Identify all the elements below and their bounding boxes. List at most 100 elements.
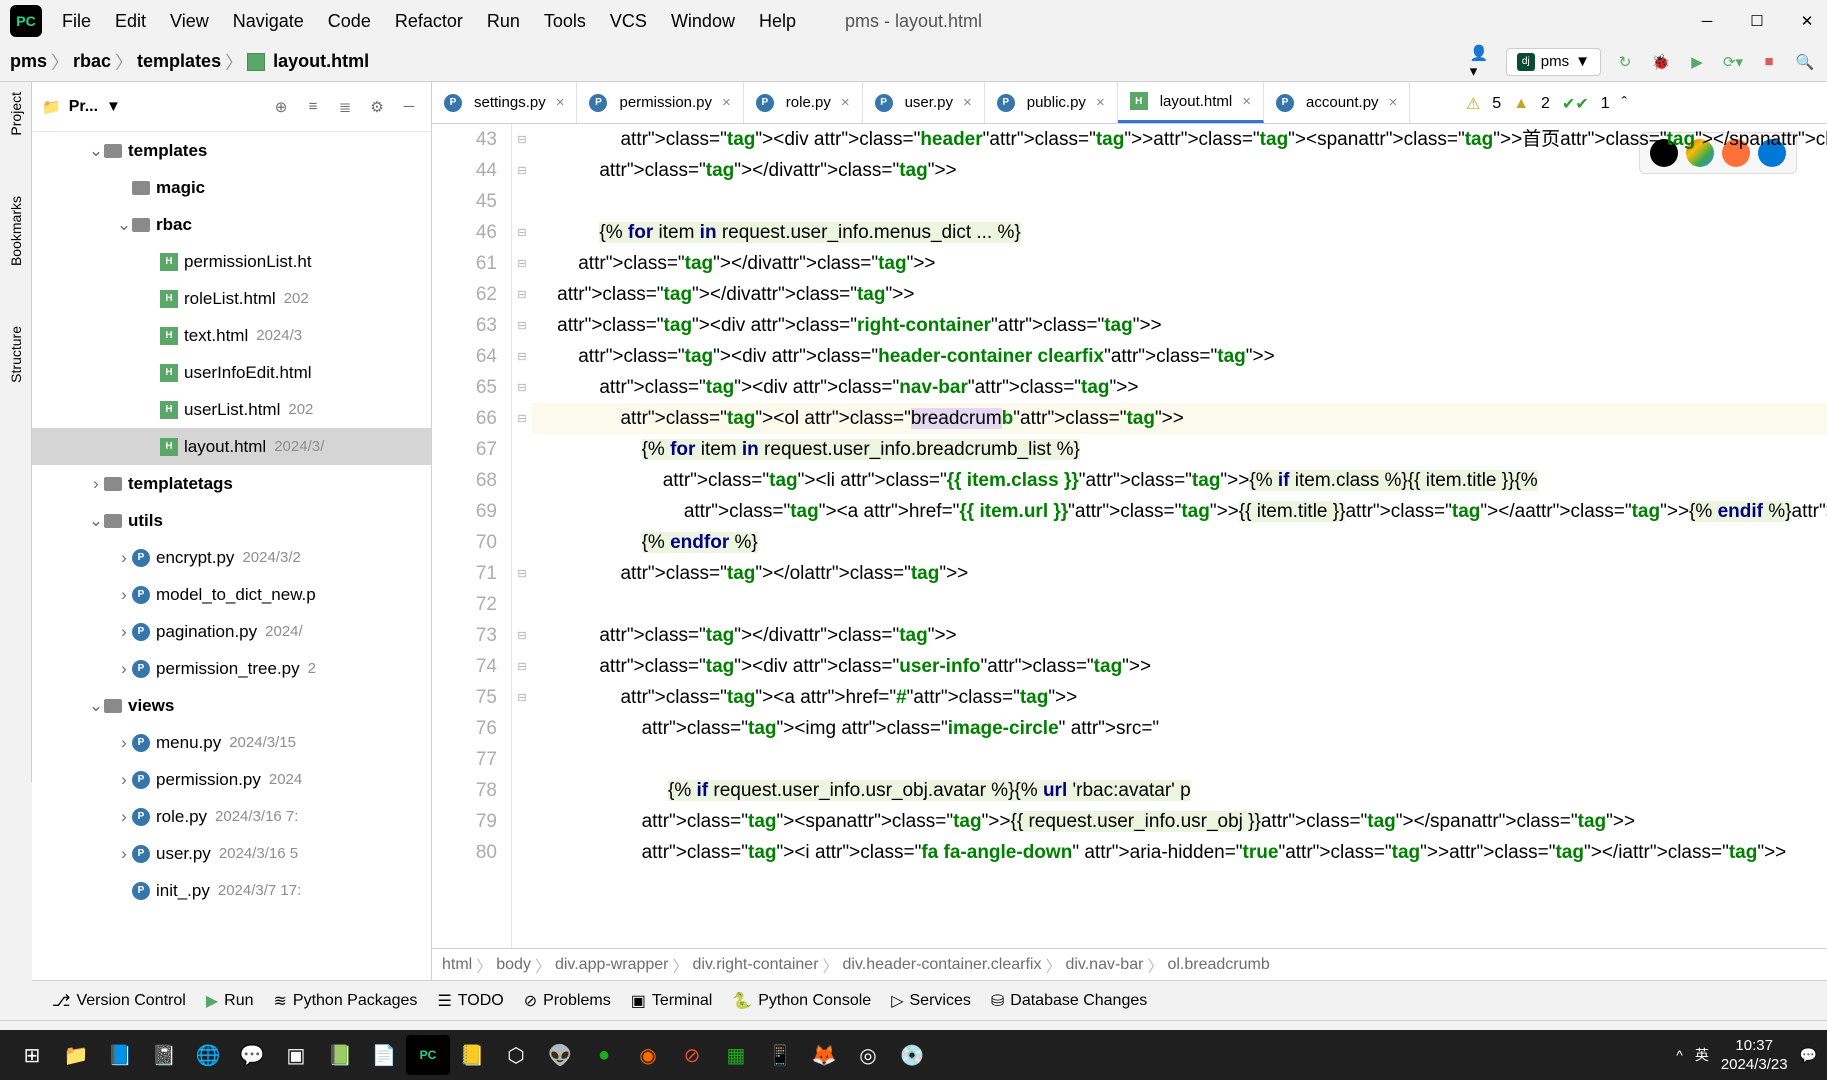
inspections-widget[interactable]: ⚠5 ▲2 ✔✔1 ˆ	[1466, 94, 1627, 114]
chevron-up-icon[interactable]: ˆ	[1622, 95, 1627, 113]
tree-arrow-icon[interactable]: ›	[116, 807, 132, 827]
bookmarks-tool-tab[interactable]: Bookmarks	[8, 196, 24, 266]
firefox-icon[interactable]: 🦊	[802, 1035, 846, 1075]
fold-gutter[interactable]: ⊟⊟⊟⊟⊟⊟⊟⊟⊟⊟⊟⊟⊟	[512, 124, 532, 948]
tree-arrow-icon[interactable]: ⌄	[88, 511, 104, 531]
tree-row[interactable]: Htext.html2024/3	[32, 317, 431, 354]
services-tool[interactable]: ▷Services	[891, 991, 971, 1011]
code-area[interactable]: attr">class="tag"><div attr">class="head…	[532, 124, 1827, 948]
tree-row[interactable]: ›Ppermission.py2024	[32, 761, 431, 798]
tree-arrow-icon[interactable]: ›	[116, 844, 132, 864]
tree-row[interactable]: ›Prole.py2024/3/16 7:	[32, 798, 431, 835]
debug-button[interactable]: 🐞	[1649, 50, 1673, 74]
breadcrumb-item[interactable]: templates	[137, 51, 221, 72]
close-icon[interactable]: ×	[1238, 93, 1255, 110]
app-icon[interactable]: 📄	[362, 1035, 406, 1075]
search-everywhere-button[interactable]: 🔍	[1793, 50, 1817, 74]
code-line[interactable]: {% endfor %}	[532, 527, 1827, 558]
tree-arrow-icon[interactable]: ⌄	[88, 696, 104, 716]
code-line[interactable]	[532, 186, 1827, 217]
editor-tab[interactable]: Ppermission.py×	[577, 82, 743, 123]
editor-body[interactable]: 4344454661626364656667686970717273747576…	[432, 124, 1827, 948]
code-line[interactable]: attr">class="tag"><li attr">class="{{ it…	[532, 465, 1827, 496]
project-tree[interactable]: ⌄templatesmagic⌄rbacHpermissionList.htHr…	[32, 132, 431, 980]
editor-breadcrumb-item[interactable]: div.header-container.clearfix	[843, 956, 1042, 974]
code-line[interactable]: attr">class="tag"><div attr">class="righ…	[532, 310, 1827, 341]
editor-breadcrumb-item[interactable]: div.right-container	[693, 956, 819, 974]
pycharm-icon[interactable]: PC	[406, 1035, 450, 1075]
app-icon[interactable]: 💿	[890, 1035, 934, 1075]
editor-breadcrumb-item[interactable]: body	[496, 956, 531, 974]
minimize-button[interactable]: ─	[1697, 11, 1717, 31]
app-icon[interactable]: 📗	[318, 1035, 362, 1075]
hide-icon[interactable]: ─	[397, 95, 421, 119]
fold-marker[interactable]	[512, 744, 532, 775]
breadcrumb-item[interactable]: rbac	[73, 51, 111, 72]
tree-arrow-icon[interactable]: ›	[116, 770, 132, 790]
close-icon[interactable]: ×	[1385, 94, 1402, 111]
tree-arrow-icon[interactable]: ›	[88, 474, 104, 494]
run-button[interactable]: ↻	[1613, 50, 1637, 74]
menu-file[interactable]: File	[62, 11, 91, 32]
app-icon[interactable]: ◎	[846, 1035, 890, 1075]
tree-row[interactable]: ›Pmenu.py2024/3/15	[32, 724, 431, 761]
close-icon[interactable]: ×	[1092, 94, 1109, 111]
code-line[interactable]: attr">class="tag"><div attr">class="nav-…	[532, 372, 1827, 403]
code-line[interactable]: attr">class="tag"><div attr">class="head…	[532, 341, 1827, 372]
menu-view[interactable]: View	[170, 11, 209, 32]
fold-marker[interactable]: ⊟	[512, 372, 532, 403]
menu-tools[interactable]: Tools	[544, 11, 586, 32]
close-icon[interactable]: ×	[959, 94, 976, 111]
tree-row[interactable]: ›Pencrypt.py2024/3/2	[32, 539, 431, 576]
menu-refactor[interactable]: Refactor	[395, 11, 463, 32]
fold-marker[interactable]	[512, 837, 532, 868]
code-line[interactable]: attr">class="tag"><img attr">class="imag…	[532, 713, 1827, 744]
editor-tab[interactable]: Ppublic.py×	[985, 82, 1118, 123]
fold-marker[interactable]: ⊟	[512, 248, 532, 279]
fold-marker[interactable]	[512, 465, 532, 496]
python-packages-tool[interactable]: ≋Python Packages	[274, 991, 418, 1011]
code-line[interactable]: attr">class="tag"><ol attr">class="bread…	[532, 403, 1827, 434]
tree-arrow-icon[interactable]: ⌄	[88, 141, 104, 161]
terminal-tool[interactable]: ▣Terminal	[631, 991, 713, 1011]
editor-breadcrumb-item[interactable]: ol.breadcrumb	[1167, 956, 1269, 974]
fold-marker[interactable]	[512, 186, 532, 217]
code-line[interactable]: attr">class="tag"><div attr">class="head…	[532, 124, 1827, 155]
tree-row[interactable]: magic	[32, 169, 431, 206]
close-icon[interactable]: ×	[837, 94, 854, 111]
expand-all-icon[interactable]: ≡	[301, 95, 325, 119]
tree-arrow-icon[interactable]: ⌄	[116, 215, 132, 235]
fold-marker[interactable]: ⊟	[512, 682, 532, 713]
app-icon[interactable]: ●	[582, 1035, 626, 1075]
system-clock[interactable]: 10:37 2024/3/23	[1721, 1036, 1788, 1075]
app-icon[interactable]: ⬡	[494, 1035, 538, 1075]
tray-chevron-icon[interactable]: ^	[1676, 1047, 1683, 1063]
fold-marker[interactable]: ⊟	[512, 403, 532, 434]
fold-marker[interactable]: ⊟	[512, 279, 532, 310]
fold-marker[interactable]	[512, 806, 532, 837]
tree-row[interactable]: ›Ppagination.py2024/	[32, 613, 431, 650]
editor-tab[interactable]: Psettings.py×	[432, 82, 577, 123]
version-control-tool[interactable]: ⎇Version Control	[52, 991, 186, 1011]
user-icon[interactable]: 👤▾	[1470, 50, 1494, 74]
run-tool[interactable]: ▶Run	[206, 991, 254, 1011]
code-line[interactable]: attr">class="tag"></divattr">class="tag"…	[532, 279, 1827, 310]
tree-arrow-icon[interactable]: ›	[116, 585, 132, 605]
app-icon[interactable]: ⊘	[670, 1035, 714, 1075]
fold-marker[interactable]: ⊟	[512, 651, 532, 682]
tree-arrow-icon[interactable]: ›	[116, 659, 132, 679]
code-line[interactable]: attr">class="tag"></divattr">class="tag"…	[532, 620, 1827, 651]
editor-breadcrumb-item[interactable]: html	[442, 956, 472, 974]
menu-navigate[interactable]: Navigate	[233, 11, 304, 32]
app-icon[interactable]: ▦	[714, 1035, 758, 1075]
python-console-tool[interactable]: 🐍Python Console	[732, 991, 871, 1011]
chevron-down-icon[interactable]: ▼	[106, 98, 121, 115]
editor-tab[interactable]: Prole.py×	[744, 82, 863, 123]
fold-marker[interactable]: ⊟	[512, 620, 532, 651]
menu-code[interactable]: Code	[328, 11, 371, 32]
tree-arrow-icon[interactable]: ›	[116, 548, 132, 568]
fold-marker[interactable]	[512, 589, 532, 620]
code-line[interactable]: attr">class="tag"><i attr">class="fa fa-…	[532, 837, 1827, 868]
collapse-all-icon[interactable]: ≣	[333, 95, 357, 119]
fold-marker[interactable]: ⊟	[512, 341, 532, 372]
